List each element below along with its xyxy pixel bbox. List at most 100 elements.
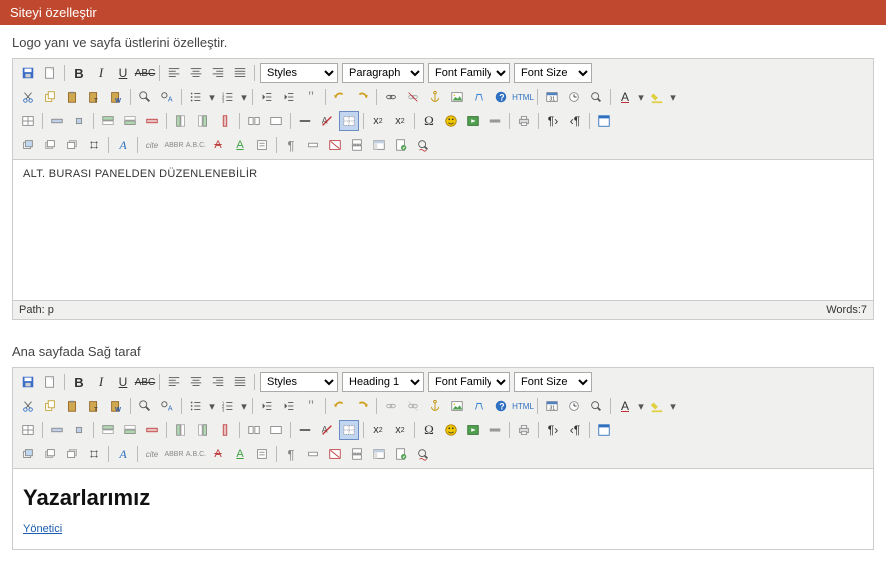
link-icon[interactable] [381, 87, 401, 107]
ins-icon[interactable]: A [230, 135, 250, 155]
align-left-icon[interactable] [164, 372, 184, 392]
removeformat-icon[interactable]: A [317, 420, 337, 440]
forecolor-icon[interactable]: A [615, 87, 635, 107]
cite-icon[interactable]: cite [142, 135, 162, 155]
print-icon[interactable] [514, 420, 534, 440]
template-icon[interactable] [369, 135, 389, 155]
backcolor-dropdown-icon[interactable]: ▾ [669, 396, 677, 416]
fullscreen-icon[interactable] [594, 420, 614, 440]
newdoc-icon[interactable] [40, 372, 60, 392]
merge-cells-icon[interactable] [266, 111, 286, 131]
charmap-icon[interactable]: Ω [419, 420, 439, 440]
fontfamily-select[interactable]: Font Family [428, 372, 510, 392]
delete-col-icon[interactable] [215, 420, 235, 440]
numlist-icon[interactable]: 123 [218, 396, 238, 416]
indent-icon[interactable] [279, 396, 299, 416]
media-icon[interactable] [463, 420, 483, 440]
image-icon[interactable] [447, 396, 467, 416]
bullist-dropdown-icon[interactable]: ▾ [208, 396, 216, 416]
numlist-dropdown-icon[interactable]: ▾ [240, 396, 248, 416]
nonbreaking-icon[interactable] [303, 444, 323, 464]
moveforward-icon[interactable] [40, 135, 60, 155]
underline-icon[interactable]: U [113, 372, 133, 392]
align-right-icon[interactable] [208, 63, 228, 83]
row-props-icon[interactable] [47, 111, 67, 131]
italic-icon[interactable]: I [91, 372, 111, 392]
media-icon[interactable] [463, 111, 483, 131]
acronym-icon[interactable]: A.B.C. [186, 444, 206, 464]
numlist-icon[interactable]: 123 [218, 87, 238, 107]
redo-icon[interactable] [352, 396, 372, 416]
col-after-icon[interactable] [193, 111, 213, 131]
tablecontrols-icon[interactable] [18, 111, 38, 131]
replace-icon[interactable]: A [157, 396, 177, 416]
col-after-icon[interactable] [193, 420, 213, 440]
styleprops-icon[interactable]: A [113, 135, 133, 155]
delete-col-icon[interactable] [215, 111, 235, 131]
tablecontrols-icon[interactable] [18, 420, 38, 440]
abbr-icon[interactable]: ABBR [164, 444, 184, 464]
paste-icon[interactable] [62, 396, 82, 416]
spellcheck-icon[interactable] [413, 135, 433, 155]
insertlayer-icon[interactable] [18, 135, 38, 155]
undo-icon[interactable] [330, 396, 350, 416]
emotions-icon[interactable] [441, 111, 461, 131]
row-after-icon[interactable] [120, 420, 140, 440]
backcolor-icon[interactable] [647, 87, 667, 107]
rtl-icon[interactable]: ‹¶ [565, 111, 585, 131]
abbr-icon[interactable]: ABBR [164, 135, 184, 155]
removeformat-icon[interactable]: A [317, 111, 337, 131]
align-justify-icon[interactable] [230, 63, 250, 83]
cut-icon[interactable] [18, 87, 38, 107]
sub-icon[interactable]: x2 [368, 111, 388, 131]
visualaid-icon[interactable] [339, 111, 359, 131]
cell-props-icon[interactable] [69, 111, 89, 131]
cell-props-icon[interactable] [69, 420, 89, 440]
preview-icon[interactable] [586, 396, 606, 416]
save-icon[interactable] [18, 63, 38, 83]
absolute-icon[interactable] [84, 444, 104, 464]
pagebreak-icon[interactable] [347, 444, 367, 464]
spellcheck-icon[interactable] [413, 444, 433, 464]
unlink-icon[interactable] [403, 396, 423, 416]
anchor-icon[interactable] [425, 87, 445, 107]
newdoc-icon[interactable] [40, 63, 60, 83]
fullscreen-icon[interactable] [594, 111, 614, 131]
del-icon[interactable]: A [208, 135, 228, 155]
italic-icon[interactable]: I [91, 63, 111, 83]
align-center-icon[interactable] [186, 63, 206, 83]
attribs-icon[interactable] [252, 444, 272, 464]
emotions-icon[interactable] [441, 420, 461, 440]
styles-select[interactable]: Styles [260, 372, 338, 392]
align-left-icon[interactable] [164, 63, 184, 83]
inserttime-icon[interactable] [564, 396, 584, 416]
align-right-icon[interactable] [208, 372, 228, 392]
styles-select[interactable]: Styles [260, 63, 338, 83]
bullist-dropdown-icon[interactable]: ▾ [208, 87, 216, 107]
insertdate-icon[interactable]: 31 [542, 396, 562, 416]
image-icon[interactable] [447, 87, 467, 107]
bold-icon[interactable]: B [69, 63, 89, 83]
editor-content-2[interactable]: Yazarlarımız Yönetici [13, 469, 873, 549]
movebackward-icon[interactable] [62, 135, 82, 155]
hr-icon[interactable] [295, 111, 315, 131]
merge-cells-icon[interactable] [266, 420, 286, 440]
anchor-icon[interactable] [425, 396, 445, 416]
code-icon[interactable]: HTML [513, 396, 533, 416]
blockquote-icon[interactable]: " [301, 396, 321, 416]
insertdate-icon[interactable]: 31 [542, 87, 562, 107]
paste-word-icon[interactable]: W [106, 396, 126, 416]
strikethrough-icon[interactable]: ABC [135, 372, 155, 392]
cleanup-icon[interactable] [469, 87, 489, 107]
sup-icon[interactable]: x2 [390, 420, 410, 440]
split-cells-icon[interactable] [244, 420, 264, 440]
cite-icon[interactable]: cite [142, 444, 162, 464]
indent-icon[interactable] [279, 87, 299, 107]
find-icon[interactable] [135, 87, 155, 107]
rtl-icon[interactable]: ‹¶ [565, 420, 585, 440]
replace-icon[interactable]: A [157, 87, 177, 107]
paste-word-icon[interactable]: W [106, 87, 126, 107]
redo-icon[interactable] [352, 87, 372, 107]
visualchars-icon[interactable]: ¶ [281, 444, 301, 464]
row-before-icon[interactable] [98, 111, 118, 131]
